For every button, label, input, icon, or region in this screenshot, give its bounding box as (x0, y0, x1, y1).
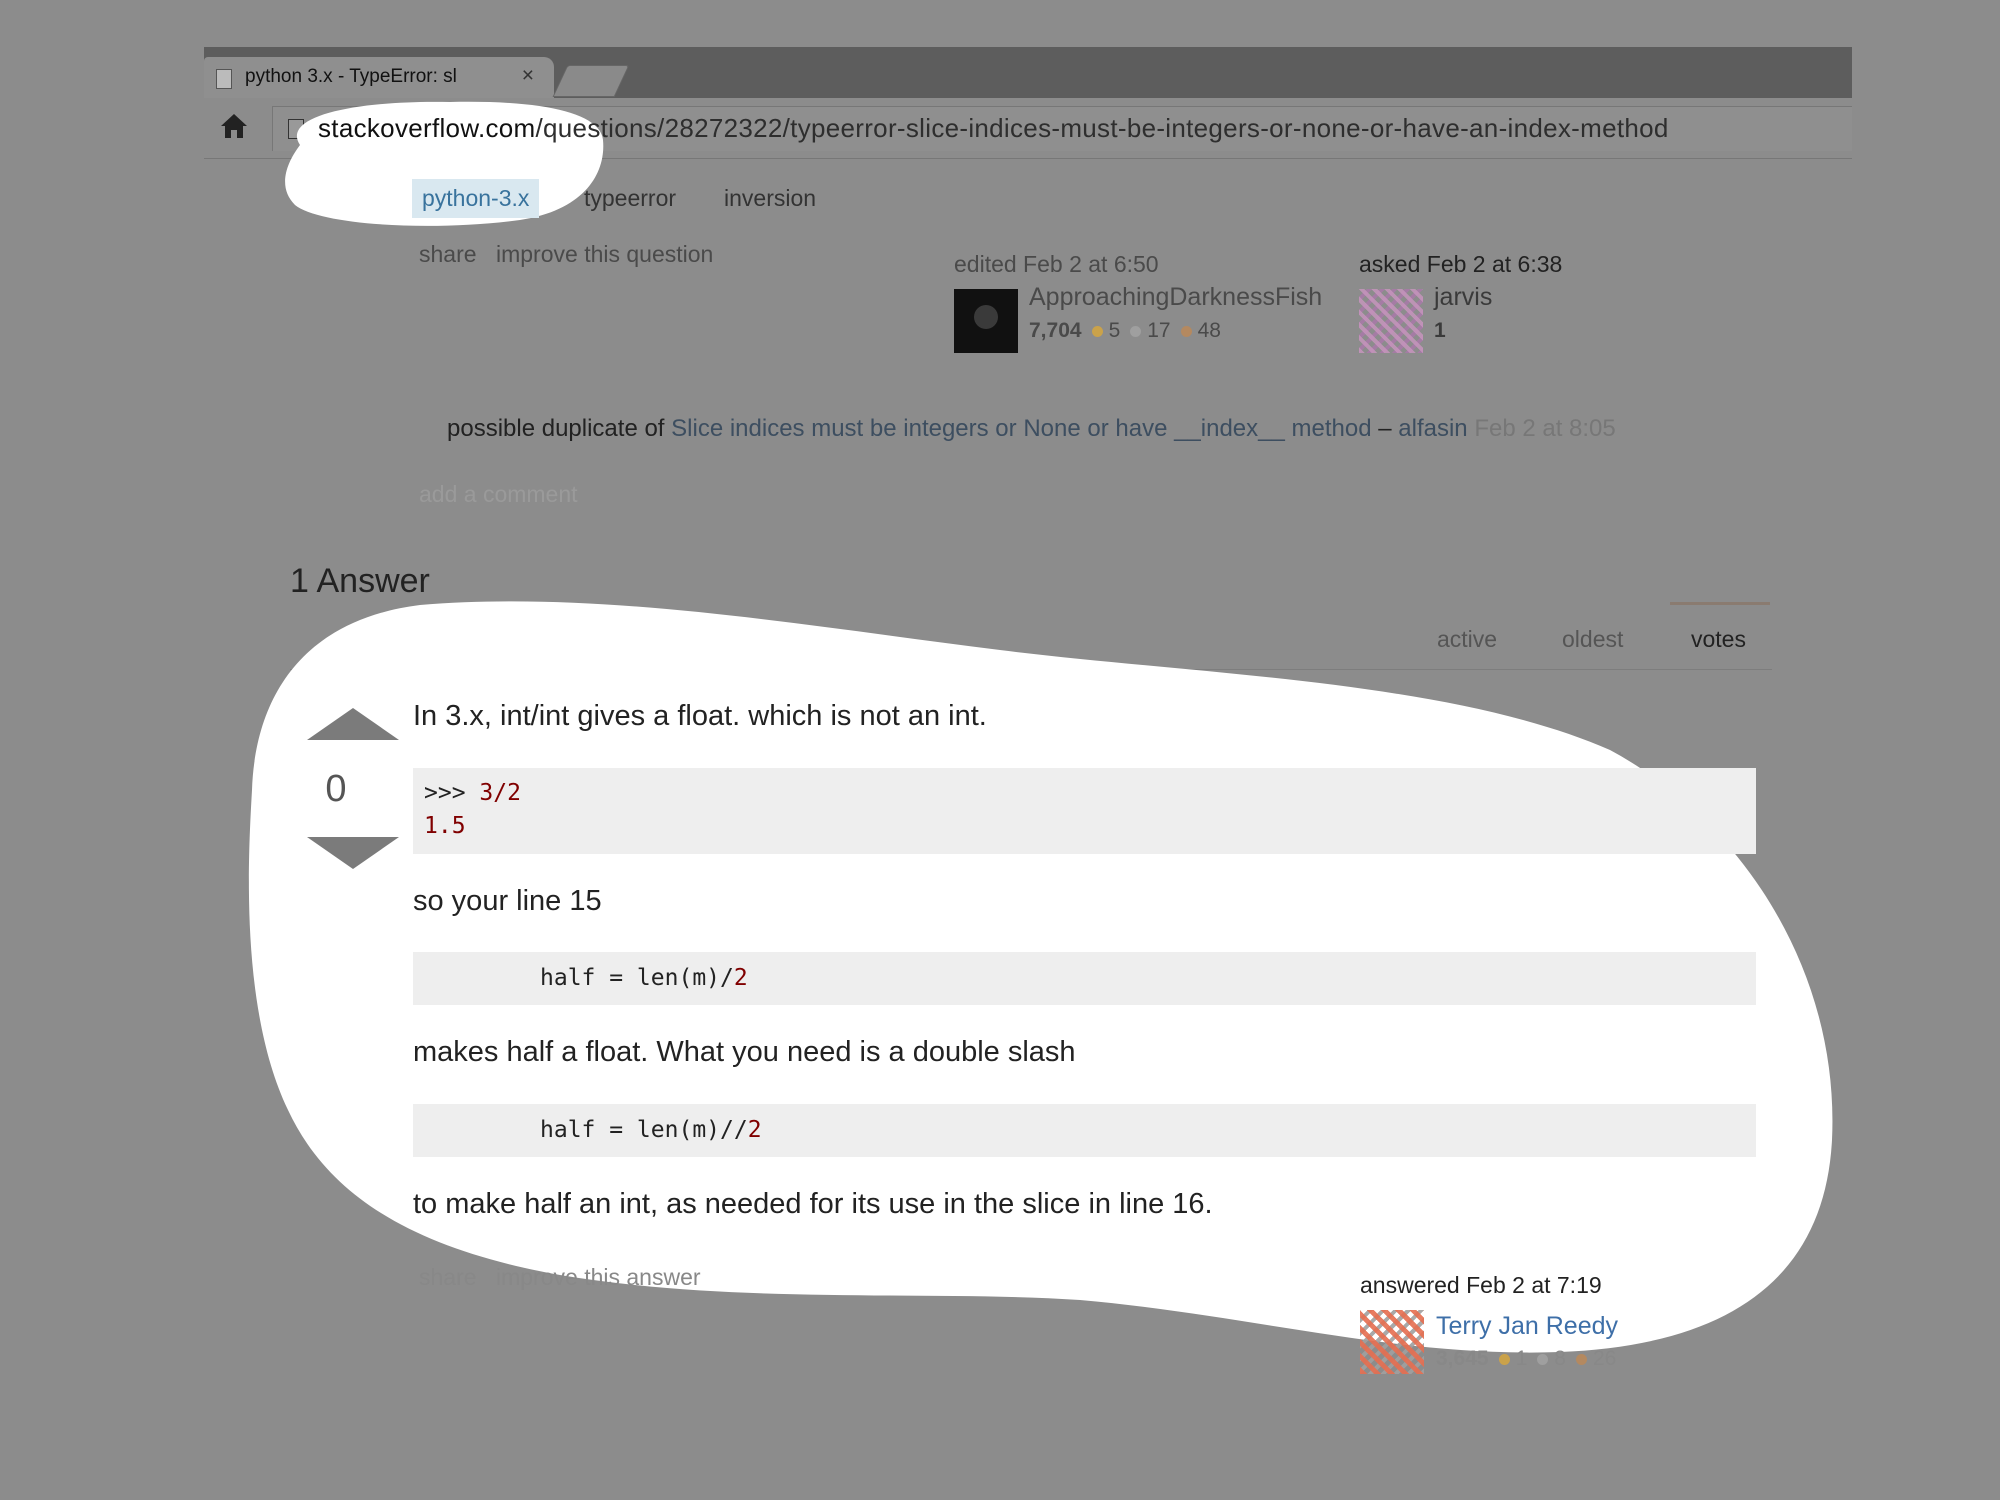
answerer-badges: 3,645 1 8 26 (1436, 1347, 1616, 1371)
answerer-gold-count: 1 (1515, 1347, 1528, 1370)
answer-paragraph-3: makes half a float. What you need is a d… (413, 1036, 1076, 1068)
code2-text: half = len(m)/ (540, 965, 734, 991)
code1-output: 1.5 (424, 813, 466, 839)
answerer-name[interactable]: Terry Jan Reedy (1436, 1312, 1618, 1341)
answerer-silver-count: 8 (1554, 1347, 1566, 1370)
code-block-1: >>> 3/2 1.5 (413, 768, 1756, 854)
upvote-arrow-icon[interactable] (307, 708, 399, 740)
vote-count: 0 (325, 768, 347, 810)
share-answer-link[interactable]: share (419, 1264, 477, 1291)
answer-paragraph-4: to make half an int, as needed for its u… (413, 1188, 1213, 1220)
code3-num: 2 (747, 1117, 762, 1143)
code-block-2: half = len(m)/2 (413, 952, 1756, 1005)
improve-answer-link[interactable]: improve this answer (496, 1264, 701, 1291)
answerer-bronze-count: 26 (1592, 1347, 1617, 1370)
gold-badge-icon (1498, 1353, 1510, 1365)
downvote-arrow-icon[interactable] (307, 837, 399, 869)
code1-prompt: >>> (424, 780, 480, 806)
answered-time: answered Feb 2 at 7:19 (1360, 1272, 1602, 1298)
answer-post: 0 In 3.x, int/int gives a float. which i… (0, 0, 2000, 1500)
bronze-badge-icon (1575, 1353, 1587, 1365)
answer-paragraph-1: In 3.x, int/int gives a float. which is … (413, 700, 987, 732)
silver-badge-icon (1537, 1353, 1549, 1365)
code2-num: 2 (733, 965, 748, 991)
answer-paragraph-2: so your line 15 (413, 885, 602, 917)
answerer-avatar[interactable] (1360, 1310, 1424, 1374)
code1-input: 3/2 (479, 780, 521, 806)
code-block-3: half = len(m)//2 (413, 1104, 1756, 1157)
answerer-rep: 3,645 (1436, 1347, 1489, 1370)
code3-text: half = len(m)// (540, 1117, 748, 1143)
